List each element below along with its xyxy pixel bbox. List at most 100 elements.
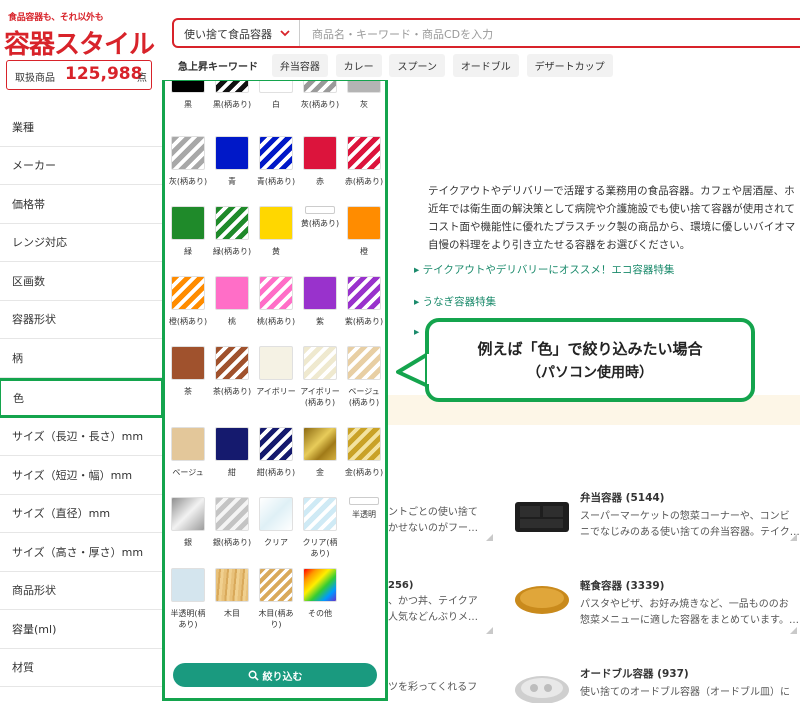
color-swatch-label: 橙(柄あり) — [168, 317, 208, 326]
color-swatch — [347, 81, 381, 93]
category-snippet[interactable]: ツを彩ってくれるフ — [388, 680, 477, 696]
nav-item-product-shape[interactable]: 商品形状 — [0, 572, 162, 610]
color-swatch-option[interactable]: ベージュ — [167, 427, 209, 478]
color-swatch-option[interactable]: 黒(柄あり) — [211, 81, 253, 110]
callout-seam — [427, 354, 435, 384]
color-swatch-option[interactable]: 灰(柄あり) — [167, 136, 209, 187]
color-swatch-option[interactable]: 赤(柄あり) — [343, 136, 385, 187]
feature-link-eel[interactable]: ▸ うなぎ容器特集 — [414, 294, 496, 309]
color-swatch-option[interactable]: 黒 — [167, 81, 209, 110]
color-swatch-option[interactable]: 半透明 — [343, 497, 385, 520]
nav-item-size-height[interactable]: サイズ（高さ・厚さ）mm — [0, 533, 162, 572]
nav-item-size-diameter[interactable]: サイズ（直径）mm — [0, 495, 162, 533]
color-swatch-option[interactable]: 緑 — [167, 206, 209, 257]
color-swatch-option[interactable]: 紫 — [299, 276, 341, 327]
color-swatch-option[interactable]: 紺 — [211, 427, 253, 478]
color-swatch-option[interactable]: 茶(柄あり) — [211, 346, 253, 397]
color-swatch-option[interactable]: 桃 — [211, 276, 253, 327]
color-swatch-option[interactable]: 桃(柄あり) — [255, 276, 297, 327]
nav-item-size-length[interactable]: サイズ（長辺・長さ）mm — [0, 418, 162, 456]
nav-item-material[interactable]: 材質 — [0, 649, 162, 687]
color-swatch-label: 半透明 — [352, 510, 376, 519]
nav-item-size-width[interactable]: サイズ（短辺・幅）mm — [0, 456, 162, 495]
filter-button[interactable]: 絞り込む — [173, 663, 377, 687]
color-swatch-option[interactable]: 緑(柄あり) — [211, 206, 253, 257]
category-snippet[interactable]: ントごとの使い捨て かせないのがフー… — [388, 505, 478, 537]
color-swatch-option[interactable]: クリア(柄あり) — [299, 497, 341, 559]
nav-item-maker[interactable]: メーカー — [0, 147, 162, 185]
color-swatch — [347, 136, 381, 170]
color-swatch-option[interactable]: 銀(柄あり) — [211, 497, 253, 548]
color-swatch — [171, 276, 205, 310]
logo-area: 食品容器も、それ以外も 容器スタイル 取扱商品 125,988 点 — [0, 0, 160, 100]
site-logo[interactable]: 容器スタイル — [4, 24, 155, 61]
color-swatch-label: 銀 — [184, 538, 192, 547]
nav-item-price[interactable]: 価格帯 — [0, 185, 162, 224]
card-corner-icon — [790, 627, 797, 634]
nav-item-microwave[interactable]: レンジ対応 — [0, 224, 162, 262]
color-swatch-option[interactable]: アイボリー — [255, 346, 297, 397]
search-icon — [248, 670, 259, 681]
nav-item-capacity[interactable]: 容量(ml) — [0, 610, 162, 649]
color-swatch-option[interactable]: 灰 — [343, 81, 385, 110]
color-swatch — [215, 206, 249, 240]
feature-link-hidden[interactable]: ▸ — [414, 326, 419, 338]
color-swatch-option[interactable]: 橙(柄あり) — [167, 276, 209, 327]
nav-item-color[interactable]: 色 — [0, 377, 164, 418]
color-swatch-label: 黒(柄あり) — [212, 100, 252, 109]
color-swatch — [215, 427, 249, 461]
color-swatch-option[interactable]: 黄 — [255, 206, 297, 257]
nav-item-shape[interactable]: 容器形状 — [0, 301, 162, 339]
color-swatch-label: 金(柄あり) — [344, 468, 384, 477]
color-swatch — [303, 276, 337, 310]
color-swatch-label: 灰 — [360, 100, 368, 109]
hot-keyword-chip[interactable]: カレー — [335, 54, 382, 77]
color-swatch-option[interactable]: ベージュ(柄あり) — [343, 346, 385, 408]
color-swatch-option[interactable]: 灰(柄あり) — [299, 81, 341, 110]
color-swatch-option[interactable]: 紫(柄あり) — [343, 276, 385, 327]
hot-keywords-title: 急上昇キーワード — [178, 62, 258, 73]
snippet-line: かせないのがフー… — [388, 523, 478, 534]
category-title: 軽食容器 (3339) — [580, 580, 665, 592]
color-swatch-label: 茶 — [184, 387, 192, 396]
hot-keyword-chip[interactable]: オードブル — [452, 54, 519, 77]
category-description: テイクアウトやデリバリーで活躍する業務用の食品容器。カフェや居酒屋、ホ 近年では… — [428, 182, 795, 254]
color-swatch-option[interactable]: 黄(柄あり) — [299, 206, 341, 229]
color-swatch-label: 木目 — [224, 609, 240, 618]
color-swatch-option[interactable]: アイボリー(柄あり) — [299, 346, 341, 408]
color-swatch-option[interactable]: 紺(柄あり) — [255, 427, 297, 478]
color-swatch-option[interactable]: 木目 — [211, 568, 253, 619]
chevron-down-icon — [280, 30, 290, 37]
hot-keywords-row: 急上昇キーワード 弁当容器 カレー スプーン オードブル デザートカップ — [172, 54, 613, 77]
nav-item-compartments[interactable]: 区画数 — [0, 262, 162, 301]
color-swatch — [259, 497, 293, 531]
color-swatch-label: 紫(柄あり) — [344, 317, 384, 326]
hot-keyword-chip[interactable]: デザートカップ — [526, 54, 613, 77]
color-swatch-option[interactable]: 赤 — [299, 136, 341, 187]
color-swatch-option[interactable]: 半透明(柄あり) — [167, 568, 209, 630]
nav-item-pattern[interactable]: 柄 — [0, 339, 162, 378]
hot-keyword-chip[interactable]: スプーン — [389, 54, 445, 77]
bento-container-icon — [515, 502, 569, 532]
nav-item-industry[interactable]: 業種 — [0, 108, 162, 147]
color-swatch-option[interactable]: 木目(柄あり) — [255, 568, 297, 630]
hot-keyword-chip[interactable]: 弁当容器 — [271, 54, 328, 77]
color-swatch-option[interactable]: 金(柄あり) — [343, 427, 385, 478]
search-category-select[interactable]: 使い捨て食品容器 — [174, 20, 300, 46]
search-input[interactable]: 商品名・キーワード・商品CDを入力 — [312, 26, 493, 42]
category-desc: スーパーマーケットの惣菜コーナーや、コンビ — [580, 511, 790, 522]
color-swatch-option[interactable]: 青(柄あり) — [255, 136, 297, 187]
feature-link-eco[interactable]: ▸ テイクアウトやデリバリーにオススメ！エコ容器特集 — [414, 262, 674, 277]
color-swatch-option[interactable]: 茶 — [167, 346, 209, 397]
category-snippet[interactable]: 256) 、かつ丼、テイクア 人気などんぶりメ… — [388, 578, 478, 626]
color-swatch-option[interactable]: クリア — [255, 497, 297, 548]
color-swatch-option[interactable]: 金 — [299, 427, 341, 478]
color-swatch-option[interactable]: 銀 — [167, 497, 209, 548]
nav-item-label: 区画数 — [12, 274, 45, 288]
nav-item-label: サイズ（長辺・長さ）mm — [12, 430, 144, 444]
color-swatch-option[interactable]: 青 — [211, 136, 253, 187]
color-swatch-option[interactable]: 橙 — [343, 206, 385, 257]
color-swatch-option[interactable]: その他 — [299, 568, 341, 619]
color-swatch-option[interactable]: 白 — [255, 81, 297, 110]
color-swatch-label: その他 — [308, 609, 332, 618]
